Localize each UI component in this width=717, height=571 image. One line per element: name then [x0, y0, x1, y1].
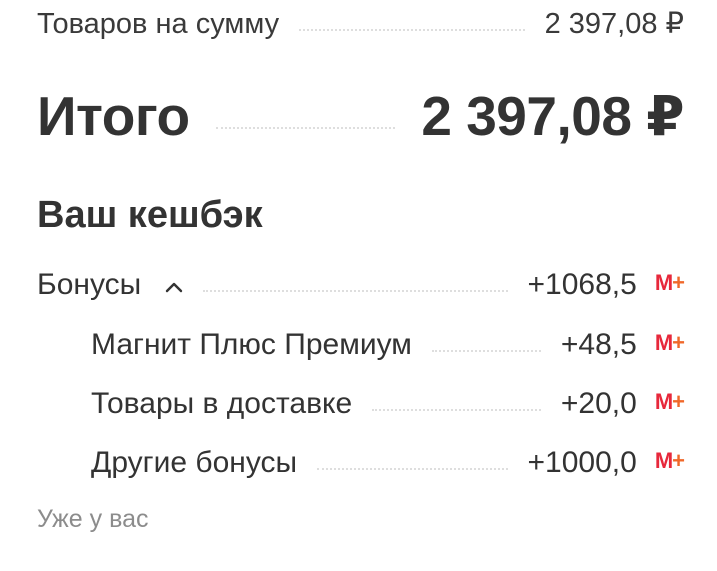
total-label: Итого	[37, 85, 190, 147]
already-have-label: Уже у вас	[37, 505, 149, 533]
dotted-leader	[215, 127, 396, 129]
bonus-item: Магнит Плюс Премиум +48,5 М+	[91, 328, 685, 362]
total-row: Итого 2 397,08 ₽	[37, 84, 684, 148]
total-value: 2 397,08 ₽	[421, 85, 684, 147]
magnit-plus-icon: М+	[654, 389, 685, 414]
dotted-leader	[203, 290, 508, 292]
chevron-up-icon[interactable]	[165, 270, 183, 293]
bonuses-row[interactable]: Бонусы +1068,5 М+	[37, 268, 685, 302]
bonus-item-value: +1000,0	[527, 446, 637, 479]
magnit-plus-icon: М+	[654, 330, 685, 355]
dotted-leader	[372, 409, 541, 411]
subtotal-row: Товаров на сумму 2 397,08 ₽	[37, 6, 684, 41]
bonus-item-label: Магнит Плюс Премиум	[91, 328, 412, 361]
bonus-item-value: +48,5	[560, 328, 637, 361]
dotted-leader	[299, 29, 525, 31]
subtotal-label: Товаров на сумму	[37, 8, 280, 40]
bonus-item: Товары в доставке +20,0 М+	[91, 387, 685, 421]
bonuses-value-group: +1068,5 М+	[527, 268, 685, 302]
bonus-item-label: Товары в доставке	[91, 387, 353, 420]
bonuses-label-text: Бонусы	[37, 268, 142, 301]
bonus-item-label: Другие бонусы	[91, 446, 298, 479]
magnit-plus-icon: М+	[654, 448, 685, 473]
dotted-leader	[317, 468, 508, 470]
bonus-item-value: +20,0	[560, 387, 637, 420]
bonuses-value: +1068,5	[527, 268, 637, 301]
bonus-item-value-group: +48,5 М+	[560, 328, 685, 362]
bonuses-label: Бонусы	[37, 268, 183, 302]
subtotal-value: 2 397,08 ₽	[544, 8, 684, 40]
bonus-item-value-group: +20,0 М+	[560, 387, 685, 421]
bonus-item: Другие бонусы +1000,0 М+	[91, 446, 685, 480]
bonus-item-value-group: +1000,0 М+	[527, 446, 685, 480]
magnit-plus-icon: М+	[654, 270, 685, 295]
cashback-title: Ваш кешбэк	[37, 194, 263, 236]
dotted-leader	[431, 350, 541, 352]
